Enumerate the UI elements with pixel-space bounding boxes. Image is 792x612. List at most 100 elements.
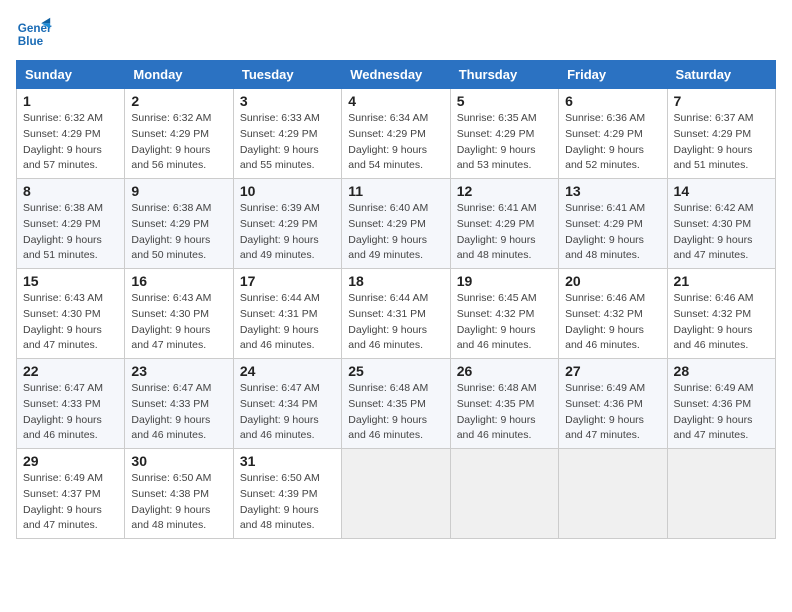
day-info: Sunrise: 6:46 AM Sunset: 4:32 PM Dayligh… [674, 291, 769, 354]
day-info: Sunrise: 6:41 AM Sunset: 4:29 PM Dayligh… [565, 201, 660, 264]
day-number: 24 [240, 363, 335, 379]
header: General Blue [16, 16, 776, 52]
day-number: 29 [23, 453, 118, 469]
day-info: Sunrise: 6:44 AM Sunset: 4:31 PM Dayligh… [348, 291, 443, 354]
calendar-cell: 6 Sunrise: 6:36 AM Sunset: 4:29 PM Dayli… [559, 89, 667, 179]
calendar-cell [450, 449, 558, 539]
day-info: Sunrise: 6:32 AM Sunset: 4:29 PM Dayligh… [23, 111, 118, 174]
calendar-cell: 9 Sunrise: 6:38 AM Sunset: 4:29 PM Dayli… [125, 179, 233, 269]
weekday-sunday: Sunday [17, 61, 125, 89]
day-info: Sunrise: 6:43 AM Sunset: 4:30 PM Dayligh… [23, 291, 118, 354]
week-row-2: 8 Sunrise: 6:38 AM Sunset: 4:29 PM Dayli… [17, 179, 776, 269]
day-info: Sunrise: 6:46 AM Sunset: 4:32 PM Dayligh… [565, 291, 660, 354]
calendar-cell: 21 Sunrise: 6:46 AM Sunset: 4:32 PM Dayl… [667, 269, 775, 359]
calendar-cell: 31 Sunrise: 6:50 AM Sunset: 4:39 PM Dayl… [233, 449, 341, 539]
day-info: Sunrise: 6:49 AM Sunset: 4:37 PM Dayligh… [23, 471, 118, 534]
weekday-monday: Monday [125, 61, 233, 89]
day-info: Sunrise: 6:40 AM Sunset: 4:29 PM Dayligh… [348, 201, 443, 264]
calendar-header: SundayMondayTuesdayWednesdayThursdayFrid… [17, 61, 776, 89]
logo: General Blue [16, 16, 56, 52]
day-info: Sunrise: 6:47 AM Sunset: 4:33 PM Dayligh… [131, 381, 226, 444]
calendar-cell: 27 Sunrise: 6:49 AM Sunset: 4:36 PM Dayl… [559, 359, 667, 449]
weekday-wednesday: Wednesday [342, 61, 450, 89]
day-info: Sunrise: 6:41 AM Sunset: 4:29 PM Dayligh… [457, 201, 552, 264]
day-number: 16 [131, 273, 226, 289]
weekday-friday: Friday [559, 61, 667, 89]
day-number: 22 [23, 363, 118, 379]
calendar-cell: 30 Sunrise: 6:50 AM Sunset: 4:38 PM Dayl… [125, 449, 233, 539]
day-info: Sunrise: 6:47 AM Sunset: 4:34 PM Dayligh… [240, 381, 335, 444]
day-number: 20 [565, 273, 660, 289]
day-number: 13 [565, 183, 660, 199]
weekday-saturday: Saturday [667, 61, 775, 89]
calendar-cell: 16 Sunrise: 6:43 AM Sunset: 4:30 PM Dayl… [125, 269, 233, 359]
calendar-cell: 17 Sunrise: 6:44 AM Sunset: 4:31 PM Dayl… [233, 269, 341, 359]
day-info: Sunrise: 6:37 AM Sunset: 4:29 PM Dayligh… [674, 111, 769, 174]
day-info: Sunrise: 6:33 AM Sunset: 4:29 PM Dayligh… [240, 111, 335, 174]
logo-icon: General Blue [16, 16, 52, 52]
calendar-table: SundayMondayTuesdayWednesdayThursdayFrid… [16, 60, 776, 539]
day-info: Sunrise: 6:45 AM Sunset: 4:32 PM Dayligh… [457, 291, 552, 354]
day-number: 2 [131, 93, 226, 109]
calendar-cell [559, 449, 667, 539]
calendar-cell: 1 Sunrise: 6:32 AM Sunset: 4:29 PM Dayli… [17, 89, 125, 179]
calendar-cell: 23 Sunrise: 6:47 AM Sunset: 4:33 PM Dayl… [125, 359, 233, 449]
calendar-cell: 3 Sunrise: 6:33 AM Sunset: 4:29 PM Dayli… [233, 89, 341, 179]
day-number: 21 [674, 273, 769, 289]
calendar-cell: 13 Sunrise: 6:41 AM Sunset: 4:29 PM Dayl… [559, 179, 667, 269]
day-number: 1 [23, 93, 118, 109]
day-number: 17 [240, 273, 335, 289]
day-number: 11 [348, 183, 443, 199]
calendar-cell: 8 Sunrise: 6:38 AM Sunset: 4:29 PM Dayli… [17, 179, 125, 269]
day-number: 3 [240, 93, 335, 109]
day-info: Sunrise: 6:35 AM Sunset: 4:29 PM Dayligh… [457, 111, 552, 174]
calendar-cell: 14 Sunrise: 6:42 AM Sunset: 4:30 PM Dayl… [667, 179, 775, 269]
calendar-cell: 24 Sunrise: 6:47 AM Sunset: 4:34 PM Dayl… [233, 359, 341, 449]
day-number: 7 [674, 93, 769, 109]
calendar-cell: 20 Sunrise: 6:46 AM Sunset: 4:32 PM Dayl… [559, 269, 667, 359]
day-number: 5 [457, 93, 552, 109]
calendar-cell: 29 Sunrise: 6:49 AM Sunset: 4:37 PM Dayl… [17, 449, 125, 539]
day-number: 6 [565, 93, 660, 109]
calendar-body: 1 Sunrise: 6:32 AM Sunset: 4:29 PM Dayli… [17, 89, 776, 539]
calendar-cell: 18 Sunrise: 6:44 AM Sunset: 4:31 PM Dayl… [342, 269, 450, 359]
calendar-cell [667, 449, 775, 539]
calendar-cell: 25 Sunrise: 6:48 AM Sunset: 4:35 PM Dayl… [342, 359, 450, 449]
day-info: Sunrise: 6:49 AM Sunset: 4:36 PM Dayligh… [565, 381, 660, 444]
calendar-cell: 11 Sunrise: 6:40 AM Sunset: 4:29 PM Dayl… [342, 179, 450, 269]
calendar-cell: 2 Sunrise: 6:32 AM Sunset: 4:29 PM Dayli… [125, 89, 233, 179]
day-number: 9 [131, 183, 226, 199]
calendar-cell: 10 Sunrise: 6:39 AM Sunset: 4:29 PM Dayl… [233, 179, 341, 269]
day-info: Sunrise: 6:38 AM Sunset: 4:29 PM Dayligh… [23, 201, 118, 264]
day-number: 18 [348, 273, 443, 289]
day-number: 12 [457, 183, 552, 199]
day-info: Sunrise: 6:32 AM Sunset: 4:29 PM Dayligh… [131, 111, 226, 174]
day-number: 26 [457, 363, 552, 379]
calendar-cell: 12 Sunrise: 6:41 AM Sunset: 4:29 PM Dayl… [450, 179, 558, 269]
calendar-cell: 5 Sunrise: 6:35 AM Sunset: 4:29 PM Dayli… [450, 89, 558, 179]
day-info: Sunrise: 6:48 AM Sunset: 4:35 PM Dayligh… [348, 381, 443, 444]
day-number: 27 [565, 363, 660, 379]
weekday-tuesday: Tuesday [233, 61, 341, 89]
day-number: 10 [240, 183, 335, 199]
day-number: 31 [240, 453, 335, 469]
day-info: Sunrise: 6:34 AM Sunset: 4:29 PM Dayligh… [348, 111, 443, 174]
day-number: 30 [131, 453, 226, 469]
calendar-cell [342, 449, 450, 539]
day-number: 4 [348, 93, 443, 109]
week-row-4: 22 Sunrise: 6:47 AM Sunset: 4:33 PM Dayl… [17, 359, 776, 449]
weekday-header-row: SundayMondayTuesdayWednesdayThursdayFrid… [17, 61, 776, 89]
calendar-cell: 4 Sunrise: 6:34 AM Sunset: 4:29 PM Dayli… [342, 89, 450, 179]
day-number: 19 [457, 273, 552, 289]
day-info: Sunrise: 6:50 AM Sunset: 4:39 PM Dayligh… [240, 471, 335, 534]
day-number: 14 [674, 183, 769, 199]
day-number: 8 [23, 183, 118, 199]
day-info: Sunrise: 6:49 AM Sunset: 4:36 PM Dayligh… [674, 381, 769, 444]
day-number: 25 [348, 363, 443, 379]
calendar-cell: 28 Sunrise: 6:49 AM Sunset: 4:36 PM Dayl… [667, 359, 775, 449]
calendar-cell: 19 Sunrise: 6:45 AM Sunset: 4:32 PM Dayl… [450, 269, 558, 359]
day-info: Sunrise: 6:48 AM Sunset: 4:35 PM Dayligh… [457, 381, 552, 444]
day-info: Sunrise: 6:42 AM Sunset: 4:30 PM Dayligh… [674, 201, 769, 264]
day-info: Sunrise: 6:50 AM Sunset: 4:38 PM Dayligh… [131, 471, 226, 534]
weekday-thursday: Thursday [450, 61, 558, 89]
